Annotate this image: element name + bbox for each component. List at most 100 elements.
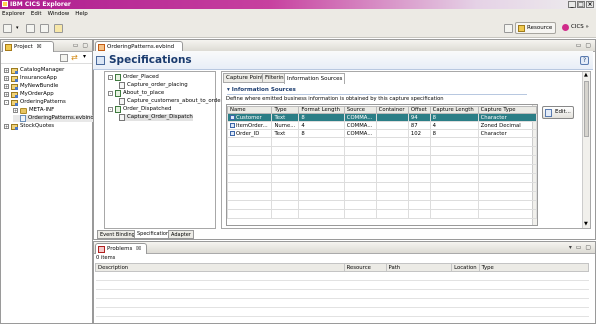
table-row[interactable]: Order_ID Text 8 COMMA... 102 8 Character [226, 129, 538, 138]
tab-capture-point[interactable]: Capture Point [223, 73, 267, 83]
column-header[interactable]: Capture Length [429, 106, 479, 114]
table-cell: 94 [407, 113, 431, 122]
column-header[interactable]: Name [226, 106, 273, 114]
tab-information-sources[interactable]: Information Sources [284, 73, 346, 84]
table-cell-text: 8 [432, 130, 437, 137]
tree-item[interactable]: + META-INF [13, 107, 54, 114]
tree-item[interactable]: + StockQuotes [4, 123, 54, 130]
spec-tree-item[interactable]: - Order_Placed [108, 74, 159, 81]
empty-cell [344, 289, 386, 299]
edit-button[interactable]: Edit... [542, 106, 574, 119]
view-minmax-icon[interactable]: ▭ ▢ [73, 40, 89, 52]
problems-column-header[interactable]: Description [95, 263, 345, 272]
menu-bar: Explorer Edit Window Help [0, 9, 596, 19]
problems-column-header[interactable]: Type [478, 263, 590, 272]
table-row[interactable]: Customer Text 8 COMMA... 94 8 Character [226, 113, 538, 122]
empty-cell [375, 164, 409, 174]
collapse-icon[interactable]: - [108, 107, 113, 112]
column-header[interactable]: Capture Type [477, 106, 538, 114]
table-row[interactable]: ItemOrder... Nume... 4 COMMA... 87 4 Zoned Dec… [226, 121, 538, 130]
tree-item[interactable]: - OrderingPatterns [4, 99, 66, 106]
close-icon[interactable]: × [586, 1, 594, 8]
project-icon [5, 44, 12, 51]
spec-tree-item-label: Capture_Order_Dispatch [127, 114, 193, 120]
tab-event-binding[interactable]: Event Binding [97, 230, 138, 239]
collapse-icon[interactable]: - [108, 75, 113, 80]
new-dropdown-icon[interactable]: ▾ [16, 24, 21, 33]
expand-icon[interactable]: + [4, 68, 9, 73]
table-cell-text: 4 [432, 122, 437, 129]
empty-cell [429, 164, 479, 174]
expand-icon[interactable]: + [4, 92, 9, 97]
empty-cell [407, 146, 431, 156]
perspective-resource[interactable]: Resource [515, 22, 557, 34]
collapse-icon[interactable]: - [4, 100, 9, 105]
tree-item[interactable]: OrderingPatterns.evbind [13, 115, 94, 122]
collapse-icon[interactable]: - [108, 91, 113, 96]
scroll-down-icon[interactable]: ▼ [584, 222, 588, 227]
scrollbar-thumb[interactable] [584, 81, 589, 137]
tree-item[interactable]: + CatalogManager [4, 67, 64, 74]
details-scrollbar[interactable]: ▲ ▼ [582, 72, 590, 228]
empty-cell [407, 182, 431, 192]
link-editor-icon[interactable]: ⇄ [71, 54, 79, 62]
more-perspectives-label[interactable]: » [586, 24, 589, 30]
tab-adapter[interactable]: Adapter [168, 230, 194, 239]
empty-cell [429, 182, 479, 192]
empty-cell [343, 164, 377, 174]
close-tab-icon[interactable]: ☒ [37, 44, 42, 50]
problems-column-header[interactable]: Resource [343, 263, 387, 272]
column-header[interactable]: Container [375, 106, 409, 114]
table-cell-text: Text [274, 130, 286, 137]
table-cell-text: COMMA... [346, 122, 373, 129]
open-icon[interactable] [54, 24, 63, 33]
expand-icon[interactable]: + [4, 76, 9, 81]
table-cell-text: 94 [410, 114, 418, 121]
tree-item[interactable]: + MyOrderApp [4, 91, 54, 98]
print-icon[interactable] [40, 24, 49, 33]
spec-tree-item-label: Order_Placed [123, 74, 159, 80]
problems-column-header[interactable]: Path [385, 263, 453, 272]
column-header[interactable]: Format Length [298, 106, 345, 114]
tree-item[interactable]: + InsuranceApp [4, 75, 57, 82]
tab-problems[interactable]: Problems ☒ [95, 243, 147, 254]
spec-tree-item[interactable]: - About_to_place [108, 90, 164, 97]
save-icon[interactable] [26, 24, 35, 33]
empty-cell [479, 271, 589, 281]
problems-minmax-icon[interactable]: ▾ ▭ ▢ [569, 242, 592, 254]
column-header[interactable]: Offset [407, 106, 431, 114]
expand-icon[interactable]: + [4, 124, 9, 129]
spec-tree-item[interactable]: - Order_Dispatched [108, 106, 171, 113]
help-icon[interactable]: ? [580, 56, 589, 65]
column-header[interactable]: Source [343, 106, 377, 114]
perspective-cics[interactable]: CICS » [560, 22, 592, 34]
tree-item[interactable]: + MyNewBundle [4, 83, 58, 90]
spec-tree-item[interactable]: Capture_Order_Dispatch [119, 114, 193, 121]
expand-icon[interactable]: + [13, 108, 18, 113]
tab-specification[interactable]: Specification [134, 230, 173, 239]
spec-tree-item[interactable]: Capture_order_placing [119, 82, 188, 89]
menu-edit[interactable]: Edit [31, 9, 42, 19]
maximize-icon[interactable]: □ [577, 1, 585, 8]
collapse-section-icon[interactable]: ▾ [227, 87, 230, 93]
problems-column-header[interactable]: Location [451, 263, 480, 272]
minimize-icon[interactable]: _ [568, 1, 576, 8]
view-menu-icon[interactable]: ▾ [83, 53, 86, 60]
empty-table-row [95, 280, 589, 290]
scroll-up-icon[interactable]: ▲ [584, 73, 588, 78]
project-icon [11, 91, 18, 98]
new-icon[interactable] [3, 24, 12, 33]
spec-tree-item[interactable]: Capture_customers_about_to_order [119, 98, 223, 105]
column-header[interactable]: Type [271, 106, 300, 114]
specifications-header: Specifications ? [93, 51, 593, 70]
project-view-toolbar: ⇄ ▾ [1, 52, 92, 64]
close-tab-icon[interactable]: ☒ [136, 246, 141, 252]
menu-help[interactable]: Help [75, 9, 88, 19]
menu-window[interactable]: Window [48, 9, 70, 19]
info-sources-table: Name Type Format Length Source Container Offs… [226, 106, 538, 219]
tab-project[interactable]: Project ☒ [2, 41, 54, 52]
menu-explorer[interactable]: Explorer [2, 9, 25, 19]
collapse-all-icon[interactable] [60, 54, 68, 62]
expand-icon[interactable]: + [4, 84, 9, 89]
open-perspective-icon[interactable] [504, 24, 513, 33]
